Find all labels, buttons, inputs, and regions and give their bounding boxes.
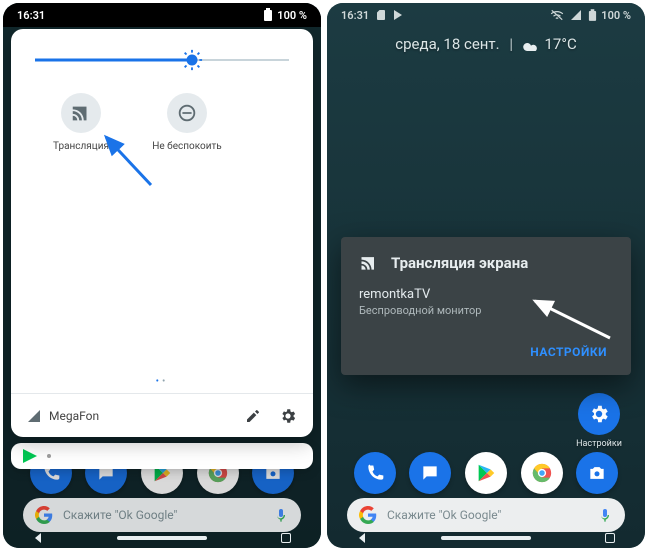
dock	[327, 452, 645, 494]
app-phone[interactable]	[354, 452, 396, 494]
brightness-slider[interactable]	[35, 55, 289, 65]
cast-icon	[70, 102, 92, 124]
carrier-label: MegaFon	[49, 409, 99, 423]
weather-temp: 17°C	[544, 35, 576, 53]
annotation-arrow	[91, 125, 161, 195]
status-bar: 16:31 100 %	[327, 3, 645, 27]
app-play-store[interactable]	[465, 452, 507, 494]
nav-home[interactable]	[117, 536, 207, 540]
battery-icon	[263, 8, 273, 22]
play-store-icon	[23, 449, 37, 463]
settings-shortcut[interactable]: Настройки	[571, 393, 627, 449]
nav-recent[interactable]	[605, 533, 615, 543]
phone-right: 16:31 100 % среда, 18 сент. | 17°C Транс…	[327, 3, 645, 548]
status-bar: 16:31 100 %	[3, 3, 321, 27]
date-label: среда, 18 сент.	[395, 35, 499, 53]
status-time: 16:31	[17, 9, 45, 22]
phone-left: Скажите "Ok Google" 16:31 100 % Тран	[3, 3, 321, 548]
search-bar[interactable]: Скажите "Ok Google"	[23, 498, 301, 532]
app-camera[interactable]	[576, 452, 618, 494]
page-indicator: ••	[11, 376, 313, 387]
mic-icon[interactable]	[273, 507, 289, 523]
settings-shortcut-label: Настройки	[571, 439, 627, 449]
google-g-icon	[359, 506, 377, 524]
nav-home[interactable]	[441, 536, 531, 540]
search-hint: Скажите "Ok Google"	[387, 508, 501, 522]
slider-thumb[interactable]	[181, 49, 203, 71]
search-bar[interactable]: Скажите "Ok Google"	[347, 498, 625, 532]
gear-icon	[588, 403, 610, 425]
mic-icon[interactable]	[597, 507, 613, 523]
status-battery: 100 %	[601, 9, 631, 22]
signal-icon	[570, 9, 582, 21]
battery-icon	[588, 9, 597, 22]
slider-fill	[35, 59, 192, 62]
nav-bar	[327, 532, 645, 548]
google-g-icon	[35, 506, 53, 524]
sd-icon	[375, 9, 387, 21]
app-chrome[interactable]	[521, 452, 563, 494]
settings-button[interactable]	[279, 407, 297, 425]
cast-icon	[359, 253, 379, 273]
search-hint: Скажите "Ok Google"	[63, 508, 177, 522]
signal-icon	[27, 409, 41, 423]
nav-back[interactable]	[357, 533, 367, 543]
qs-tiles: Трансляция Не беспокоить	[11, 75, 313, 152]
status-battery: 100 %	[277, 9, 307, 22]
edit-tiles-button[interactable]	[245, 408, 261, 424]
app-messages[interactable]	[409, 452, 451, 494]
weather-cloud-icon	[523, 39, 539, 51]
quick-settings-panel: Трансляция Не беспокоить •• MegaFon	[11, 29, 313, 437]
status-time: 16:31	[341, 9, 369, 22]
qs-footer: MegaFon	[11, 393, 313, 437]
wifi-off-icon	[550, 9, 564, 21]
nav-back[interactable]	[33, 533, 43, 543]
annotation-arrow	[525, 293, 615, 343]
dnd-icon	[176, 102, 198, 124]
play-store-icon	[393, 10, 403, 20]
nav-bar	[3, 532, 321, 548]
notification-row[interactable]	[11, 443, 313, 469]
cast-dialog-title: Трансляция экрана	[391, 254, 528, 272]
date-weather-row[interactable]: среда, 18 сент. | 17°C	[327, 35, 645, 53]
notification-dot	[47, 454, 51, 458]
nav-recent[interactable]	[281, 533, 291, 543]
